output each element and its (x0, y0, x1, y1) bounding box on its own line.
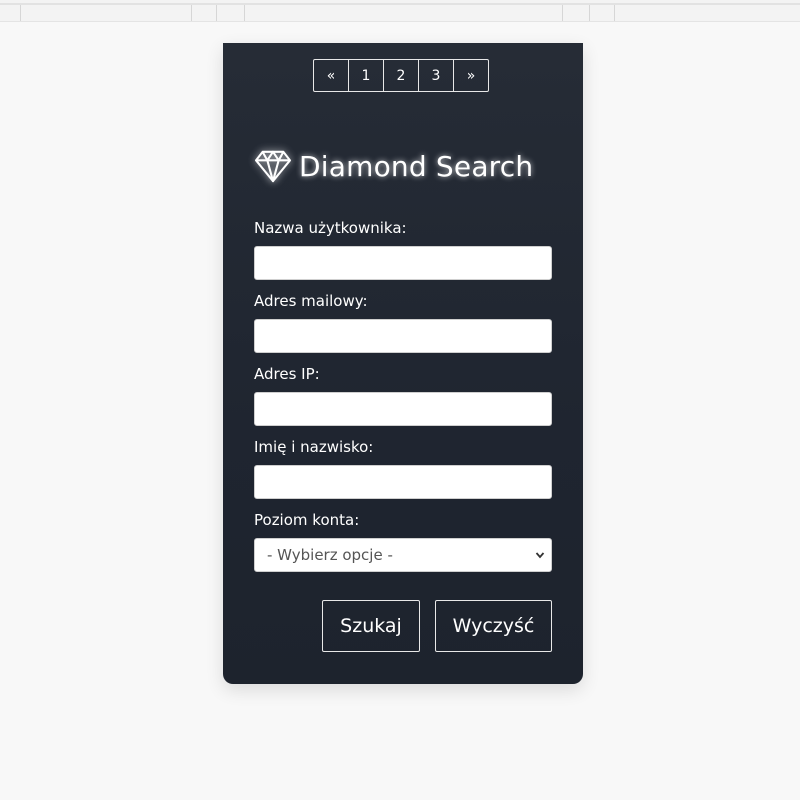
pagination-next-button[interactable]: » (453, 59, 489, 92)
toolbar-divider (589, 5, 590, 21)
fullname-label: Imię i nazwisko: (254, 438, 374, 456)
fullname-input[interactable] (254, 465, 552, 499)
account-level-selected: - Wybierz opcje - (267, 546, 393, 564)
clear-button[interactable]: Wyczyść (435, 600, 552, 652)
pagination-page-3[interactable]: 3 (418, 59, 454, 92)
pagination-page-1[interactable]: 1 (348, 59, 384, 92)
toolbar-divider (244, 5, 245, 21)
toolbar-divider (20, 5, 21, 21)
pagination-page-2[interactable]: 2 (383, 59, 419, 92)
ip-input[interactable] (254, 392, 552, 426)
search-button[interactable]: Szukaj (322, 600, 420, 652)
chevron-down-icon (535, 552, 545, 559)
form-actions: Szukaj Wyczyść (322, 600, 552, 652)
page-title: Diamond Search (254, 149, 533, 183)
pagination: « 1 2 3 » (313, 59, 489, 92)
account-level-select[interactable]: - Wybierz opcje - (254, 538, 552, 572)
browser-toolbar-strip (0, 0, 800, 22)
account-level-label: Poziom konta: (254, 511, 360, 529)
pagination-prev-button[interactable]: « (313, 59, 349, 92)
toolbar-divider (614, 5, 615, 21)
diamond-icon (254, 150, 292, 183)
toolbar-divider (191, 5, 192, 21)
toolbar-divider (562, 5, 563, 21)
search-form: Nazwa użytkownika: Adres mailowy: Adres … (254, 218, 552, 572)
title-text: Diamond Search (299, 149, 534, 183)
username-label: Nazwa użytkownika: (254, 219, 407, 237)
ip-label: Adres IP: (254, 365, 320, 383)
toolbar-divider (216, 5, 217, 21)
search-card: « 1 2 3 » Diamond Search Nazwa użytkowni… (223, 43, 583, 684)
toolbar-line (0, 3, 800, 5)
username-input[interactable] (254, 246, 552, 280)
email-input[interactable] (254, 319, 552, 353)
email-label: Adres mailowy: (254, 292, 368, 310)
